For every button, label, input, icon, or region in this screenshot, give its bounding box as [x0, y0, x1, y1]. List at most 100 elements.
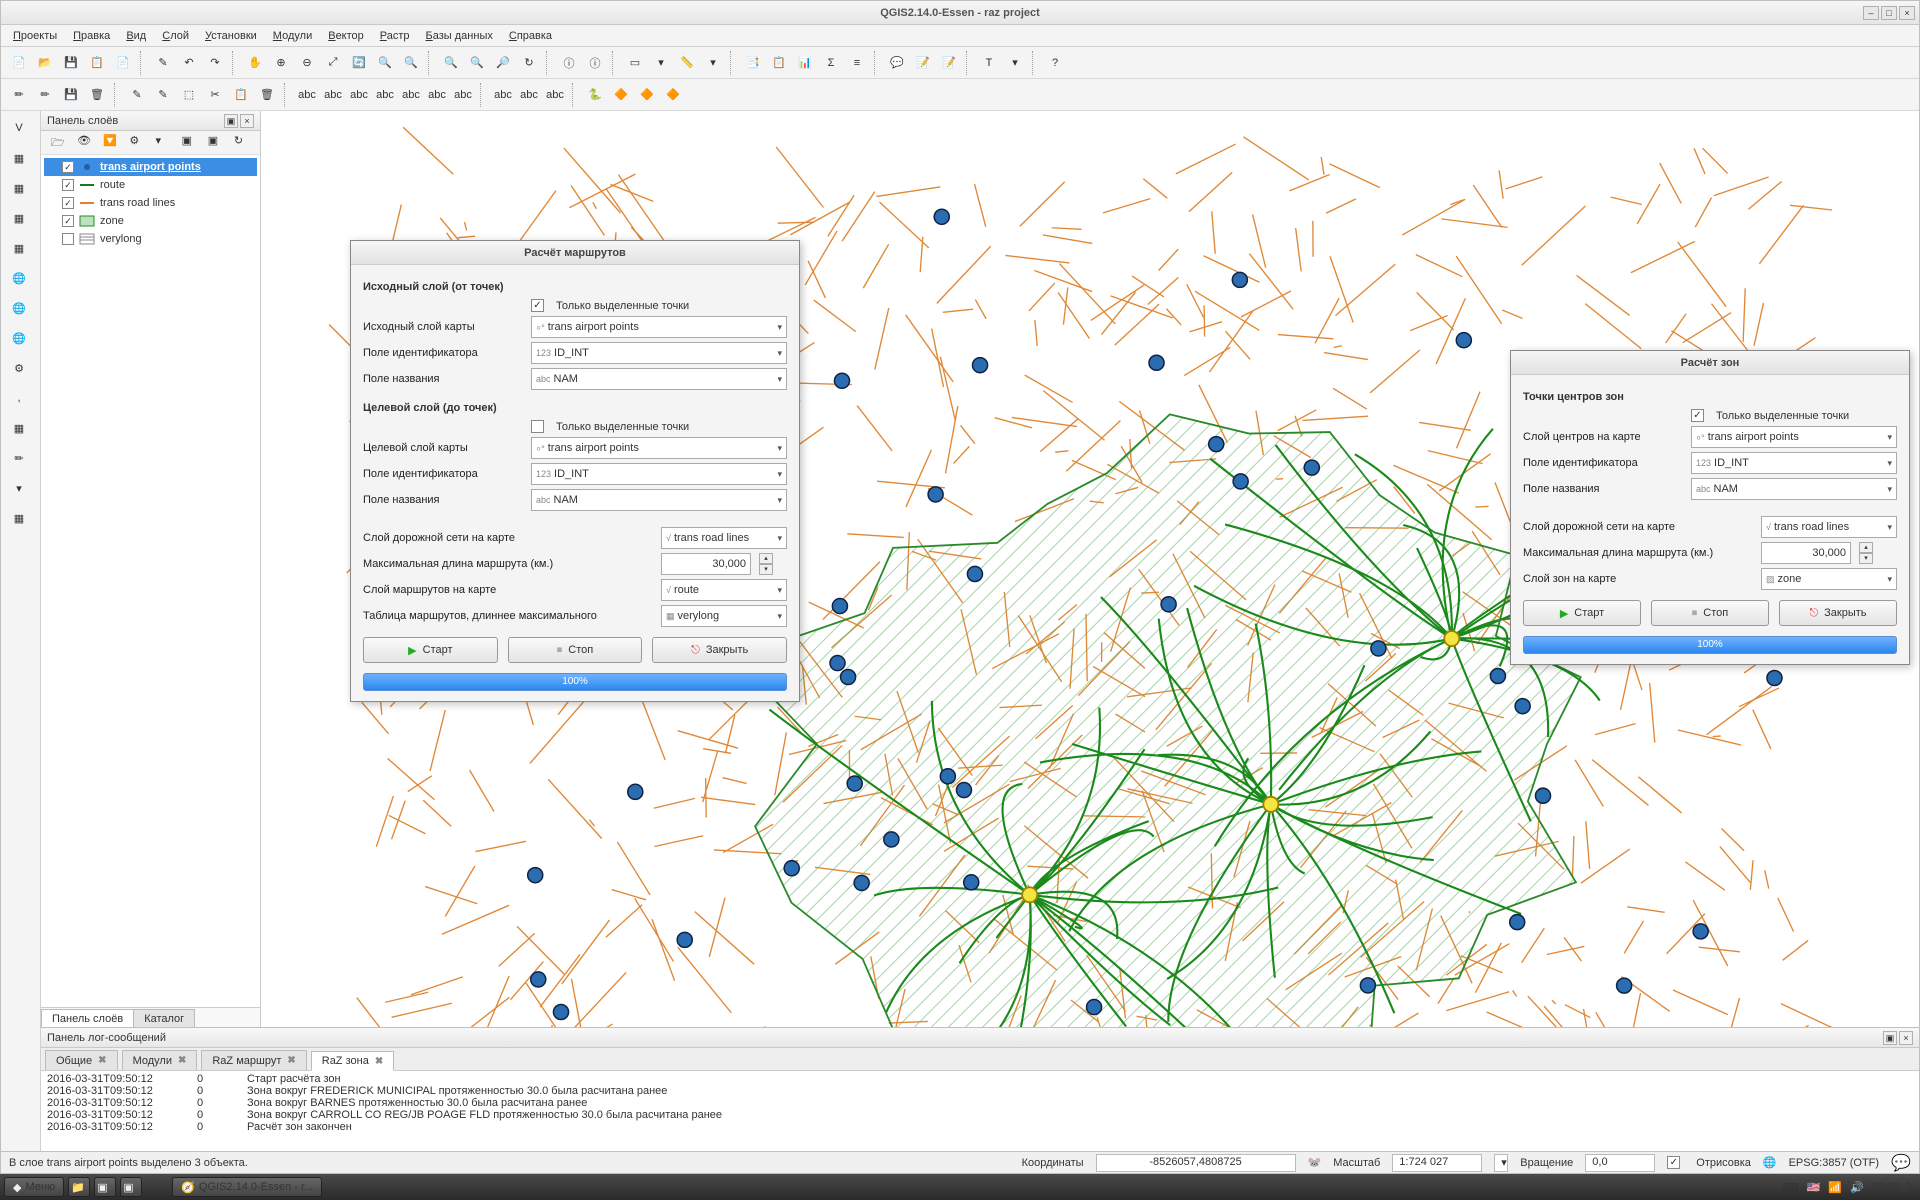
layer-tool-1[interactable]: 👁 — [77, 134, 93, 152]
sidebar-btn-1[interactable]: ▦ — [3, 145, 35, 171]
log-float-button[interactable]: ▣ — [1883, 1031, 1897, 1045]
zones-id-combo[interactable]: 123ID_INT▾ — [1691, 452, 1897, 474]
toolbar-btn-27[interactable]: ▾ — [649, 51, 673, 75]
toolbar-btn-16[interactable]: abc — [399, 83, 423, 107]
toolbar-btn-21[interactable]: abc — [517, 83, 541, 107]
menu-Справка[interactable]: Справка — [503, 28, 558, 44]
toolbar-btn-6[interactable]: ✎ — [151, 51, 175, 75]
zones-maxlen-input[interactable] — [1761, 542, 1851, 564]
zones-center-combo[interactable]: ⸰°trans airport points▾ — [1691, 426, 1897, 448]
toolbar-btn-9[interactable]: 📋 — [229, 83, 253, 107]
layer-tool-6[interactable]: ▣ — [208, 134, 224, 152]
taskbar-flag-icon[interactable]: 🇺🇸 — [1807, 1181, 1821, 1194]
layer-check[interactable]: ✓ — [62, 197, 74, 209]
taskbar-keyboard-icon[interactable]: ⌨ — [1783, 1181, 1799, 1194]
sidebar-btn-5[interactable]: 🌐 — [3, 265, 35, 291]
crs-label[interactable]: EPSG:3857 (OTF) — [1789, 1157, 1879, 1169]
layer-trans-road-lines[interactable]: ✓trans road lines — [44, 194, 257, 212]
spin-down[interactable]: ▾ — [759, 564, 773, 575]
toolbar-btn-38[interactable]: 📝 — [911, 51, 935, 75]
toolbar-btn-7[interactable]: ⬚ — [177, 83, 201, 107]
layer-tool-2[interactable]: 🔽 — [103, 134, 119, 152]
zones-road-combo[interactable]: √trans road lines▾ — [1761, 516, 1897, 538]
sidebar-btn-9[interactable]: , — [3, 385, 35, 411]
layer-check[interactable]: ✓ — [62, 215, 74, 227]
toolbar-btn-26[interactable]: 🔶 — [635, 83, 659, 107]
toolbar-btn-35[interactable]: ≡ — [845, 51, 869, 75]
toolbar-btn-17[interactable]: abc — [425, 83, 449, 107]
toolbar-btn-18[interactable]: 🔍 — [439, 51, 463, 75]
layer-check[interactable]: ✓ — [62, 179, 74, 191]
spin-up[interactable]: ▴ — [759, 553, 773, 564]
toolbar-btn-14[interactable]: 🔄 — [347, 51, 371, 75]
log-tab-2[interactable]: RaZ маршрут✖ — [201, 1050, 306, 1070]
toolbar-btn-41[interactable]: T — [977, 51, 1001, 75]
toolbar-btn-37[interactable]: 💬 — [885, 51, 909, 75]
layer-tool-0[interactable]: 🗁 — [51, 134, 67, 152]
routes-routelayer-combo[interactable]: √route▾ — [661, 579, 787, 601]
toolbar-btn-24[interactable]: 🐍 — [583, 83, 607, 107]
toolbar-btn-24[interactable]: ⓘ — [583, 51, 607, 75]
toolbar-btn-2[interactable]: 💾 — [59, 51, 83, 75]
routes-only-sel2-check[interactable] — [531, 420, 544, 433]
toolbar-btn-2[interactable]: 💾 — [59, 83, 83, 107]
toolbar-btn-3[interactable]: 📋 — [85, 51, 109, 75]
menu-Слой[interactable]: Слой — [156, 28, 195, 44]
sidebar-btn-8[interactable]: ⚙ — [3, 355, 35, 381]
minimize-button[interactable]: ‒ — [1863, 6, 1879, 20]
log-tab-close[interactable]: ✖ — [98, 1055, 106, 1066]
spin-down[interactable]: ▾ — [1859, 553, 1873, 564]
panel-float-button[interactable]: ▣ — [224, 114, 238, 128]
toolbar-btn-20[interactable]: 🔎 — [491, 51, 515, 75]
routes-tgt-name-combo[interactable]: abcNAM▾ — [531, 489, 787, 511]
tab-catalog[interactable]: Каталог — [133, 1009, 195, 1027]
sidebar-btn-12[interactable]: ▾ — [3, 475, 35, 501]
toggle-extent-icon[interactable]: 🐭 — [1308, 1156, 1322, 1169]
scale-dropdown[interactable]: ▾ — [1494, 1154, 1508, 1172]
layer-tool-5[interactable]: ▣ — [182, 134, 198, 152]
layer-check[interactable] — [62, 233, 74, 245]
toolbar-btn-44[interactable]: ? — [1043, 51, 1067, 75]
toolbar-btn-34[interactable]: Σ — [819, 51, 843, 75]
toolbar-btn-10[interactable]: 🗑 — [255, 83, 279, 107]
layer-tool-4[interactable]: ▾ — [156, 134, 172, 152]
log-tab-1[interactable]: Модули✖ — [122, 1050, 198, 1070]
toolbar-btn-5[interactable]: ✎ — [125, 83, 149, 107]
taskbar-logout-icon[interactable]: ⎋ — [1907, 1181, 1916, 1194]
taskbar-term2-icon[interactable]: ▣ — [120, 1177, 142, 1197]
toolbar-btn-33[interactable]: 📊 — [793, 51, 817, 75]
sidebar-btn-6[interactable]: 🌐 — [3, 295, 35, 321]
toolbar-btn-26[interactable]: ▭ — [623, 51, 647, 75]
menu-Базы данных[interactable]: Базы данных — [420, 28, 499, 44]
toolbar-btn-6[interactable]: ✎ — [151, 83, 175, 107]
layer-check[interactable]: ✓ — [62, 161, 74, 173]
routes-src-id-combo[interactable]: 123ID_INT▾ — [531, 342, 787, 364]
routes-stop-button[interactable]: ⏹Стоп — [508, 637, 643, 663]
routes-road-combo[interactable]: √trans road lines▾ — [661, 527, 787, 549]
zones-only-sel-check[interactable]: ✓ — [1691, 409, 1704, 422]
layer-zone[interactable]: ✓zone — [44, 212, 257, 230]
layer-tree[interactable]: ✓trans airport points✓route✓trans road l… — [41, 155, 260, 251]
log-close-button[interactable]: × — [1899, 1031, 1913, 1045]
messages-icon[interactable]: 💬 — [1891, 1153, 1911, 1173]
routes-close-button[interactable]: ⎋Закрыть — [652, 637, 787, 663]
toolbar-btn-15[interactable]: abc — [373, 83, 397, 107]
log-body[interactable]: 2016-03-31T09:50:120Старт расчёта зон201… — [41, 1071, 1919, 1151]
scale-field[interactable]: 1:724 027 — [1392, 1154, 1482, 1172]
spin-up[interactable]: ▴ — [1859, 542, 1873, 553]
toolbar-btn-4[interactable]: 📄 — [111, 51, 135, 75]
dialog-routes[interactable]: Расчёт маршрутов Исходный слой (от точек… — [350, 240, 800, 702]
dialog-zones-title[interactable]: Расчёт зон — [1511, 351, 1909, 375]
taskbar-menu-button[interactable]: ◆ Меню — [4, 1177, 64, 1197]
sidebar-btn-10[interactable]: ▦ — [3, 415, 35, 441]
toolbar-btn-1[interactable]: ✏ — [33, 83, 57, 107]
toolbar-btn-25[interactable]: 🔶 — [609, 83, 633, 107]
sidebar-btn-11[interactable]: ✏ — [3, 445, 35, 471]
sidebar-btn-2[interactable]: ▦ — [3, 175, 35, 201]
toolbar-btn-0[interactable]: 📄 — [7, 51, 31, 75]
toolbar-btn-31[interactable]: 📑 — [741, 51, 765, 75]
log-tab-close[interactable]: ✖ — [287, 1055, 295, 1066]
log-tab-3[interactable]: RaZ зона✖ — [311, 1051, 394, 1071]
sidebar-btn-0[interactable]: V — [3, 115, 35, 141]
toolbar-btn-1[interactable]: 📂 — [33, 51, 57, 75]
